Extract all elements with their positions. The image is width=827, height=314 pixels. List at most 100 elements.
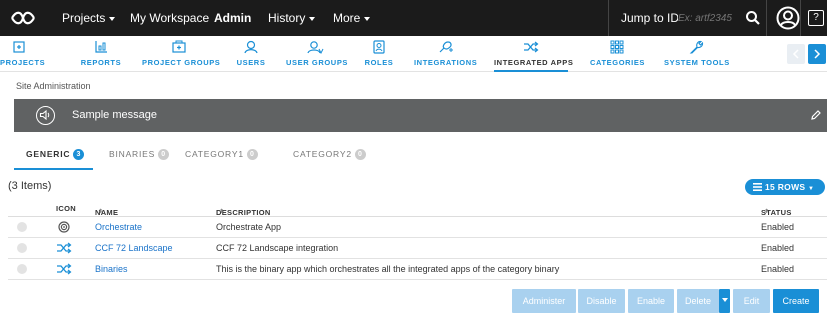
tab-reports[interactable]: REPORTS <box>80 36 122 72</box>
tab-project-groups[interactable]: PROJECT GROUPS <box>142 36 220 72</box>
tab-generic[interactable]: GENERIC 3 <box>26 149 85 160</box>
chevron-down-icon <box>309 16 316 21</box>
tab-generic-label: GENERIC <box>26 149 71 159</box>
nav-my-workspace[interactable]: My Workspace <box>130 0 209 36</box>
tab-reports-label: REPORTS <box>80 58 122 67</box>
tab-categories[interactable]: CATEGORIES <box>590 36 644 72</box>
sort-icon: ⬍ <box>219 209 225 215</box>
column-icon: ICON <box>56 204 76 213</box>
table-header: ICON NAME ⬍ DESCRIPTION ⬍ STATUS ⬍ <box>8 200 827 217</box>
nav-admin-label: Admin <box>214 11 252 25</box>
app-name-link[interactable]: Binaries <box>95 264 128 274</box>
disable-button[interactable]: Disable <box>578 289 625 313</box>
app-name-link[interactable]: CCF 72 Landscape <box>95 243 173 253</box>
edit-button[interactable]: Edit <box>733 289 770 313</box>
app-description: This is the binary app which orchestrate… <box>216 264 560 274</box>
tab-projects[interactable]: PROJECTS <box>0 36 46 72</box>
app-status: Enabled <box>761 243 795 253</box>
tab-roles-label: ROLES <box>364 58 394 67</box>
row-select-radio[interactable] <box>17 222 27 232</box>
table-row[interactable]: Orchestrate Orchestrate App Enabled <box>8 217 827 238</box>
tab-category2[interactable]: CATEGORY2 0 <box>293 149 366 160</box>
chevron-down-icon <box>364 16 371 21</box>
rows-per-page-label: 15 ROWS <box>765 182 806 192</box>
tab-integrated-apps-label: INTEGRATED APPS <box>494 58 574 67</box>
tab-users-label: USERS <box>236 58 266 67</box>
integrations-icon <box>439 41 453 53</box>
nav-my-workspace-label: My Workspace <box>130 11 210 25</box>
nav-history[interactable]: History <box>268 0 316 36</box>
delete-options-button[interactable] <box>719 289 730 313</box>
project-groups-icon <box>172 40 186 53</box>
shuffle-icon <box>57 242 72 254</box>
user-avatar-icon[interactable] <box>776 6 800 30</box>
app-status: Enabled <box>761 264 795 274</box>
nav-more[interactable]: More <box>333 0 371 36</box>
tab-categories-label: CATEGORIES <box>590 58 646 67</box>
tab-integrations[interactable]: INTEGRATIONS <box>414 36 478 72</box>
tab-binaries[interactable]: BINARIES 0 <box>109 149 170 160</box>
tab-roles[interactable]: ROLES <box>364 36 394 72</box>
tab-users[interactable]: USERS <box>234 36 268 72</box>
megaphone-icon <box>36 106 55 125</box>
help-icon[interactable]: ? <box>808 10 824 26</box>
row-select-radio[interactable] <box>17 243 27 253</box>
admin-tab-bar: PROJECTS REPORTS PROJECT GROUPS USERS US… <box>0 36 827 72</box>
create-button[interactable]: Create <box>773 289 819 313</box>
administer-button[interactable]: Administer <box>512 289 576 313</box>
sort-icon: ⬍ <box>764 209 770 215</box>
tab-category2-label: CATEGORY2 <box>293 149 352 159</box>
pencil-icon[interactable] <box>810 109 822 121</box>
shuffle-icon <box>57 263 72 275</box>
divider <box>800 0 801 36</box>
tab-category1-label: CATEGORY1 <box>185 149 244 159</box>
tab-category1[interactable]: CATEGORY1 0 <box>185 149 258 160</box>
table-row[interactable]: Binaries This is the binary app which or… <box>8 259 827 280</box>
chevron-down-icon <box>109 16 116 21</box>
breadcrumb[interactable]: Site Administration <box>16 81 91 91</box>
chevron-down-icon: ▼ <box>808 186 815 192</box>
nav-admin[interactable]: Admin <box>214 0 251 36</box>
rows-per-page-button[interactable]: 15 ROWS ▼ <box>745 179 825 195</box>
system-tools-icon <box>689 40 704 54</box>
count-badge: 0 <box>354 149 366 160</box>
tab-binaries-label: BINARIES <box>109 149 156 159</box>
message-banner: Sample message <box>14 99 827 132</box>
app-description: CCF 72 Landscape integration <box>216 243 339 253</box>
tab-user-groups-label: USER GROUPS <box>286 58 349 67</box>
search-icon[interactable] <box>744 9 762 27</box>
items-count: (3 Items) <box>8 180 52 192</box>
chevron-left-icon <box>792 49 799 59</box>
projects-icon <box>13 41 25 53</box>
enable-button[interactable]: Enable <box>628 289 674 313</box>
active-tab-indicator <box>14 168 93 170</box>
rows-icon <box>753 183 762 191</box>
nav-projects-label: Projects <box>62 11 106 25</box>
row-select-radio[interactable] <box>17 264 27 274</box>
app-description: Orchestrate App <box>216 222 282 232</box>
tab-integrated-apps[interactable]: INTEGRATED APPS <box>494 36 574 72</box>
count-badge: 0 <box>246 149 258 160</box>
message-text: Sample message <box>72 109 157 121</box>
integrated-apps-panel: GENERIC 3 BINARIES 0 CATEGORY1 0 CATEGORY2 0… <box>8 140 827 314</box>
table-row[interactable]: CCF 72 Landscape CCF 72 Landscape integr… <box>8 238 827 259</box>
jump-to-id-input[interactable] <box>678 8 740 28</box>
tab-projects-label: PROJECTS <box>0 58 46 67</box>
nav-projects[interactable]: Projects <box>62 0 116 36</box>
delete-button[interactable]: Delete <box>677 289 719 313</box>
tab-user-groups[interactable]: USER GROUPS <box>286 36 349 72</box>
category-tabs: GENERIC 3 BINARIES 0 CATEGORY1 0 CATEGORY2 0 <box>8 140 827 172</box>
repository-logo-icon[interactable] <box>10 10 36 26</box>
tab-integrations-label: INTEGRATIONS <box>414 58 478 67</box>
categories-icon <box>610 40 624 54</box>
tabs-scroll-left-button[interactable] <box>787 44 805 64</box>
users-icon <box>244 40 258 54</box>
app-name-link[interactable]: Orchestrate <box>95 222 142 232</box>
chevron-right-icon <box>814 49 821 59</box>
tab-system-tools[interactable]: SYSTEM TOOLS <box>664 36 730 72</box>
roles-icon <box>373 40 385 54</box>
reports-icon <box>95 41 107 53</box>
count-badge: 0 <box>158 149 170 160</box>
tab-system-tools-label: SYSTEM TOOLS <box>664 58 730 67</box>
tabs-scroll-right-button[interactable] <box>808 44 826 64</box>
